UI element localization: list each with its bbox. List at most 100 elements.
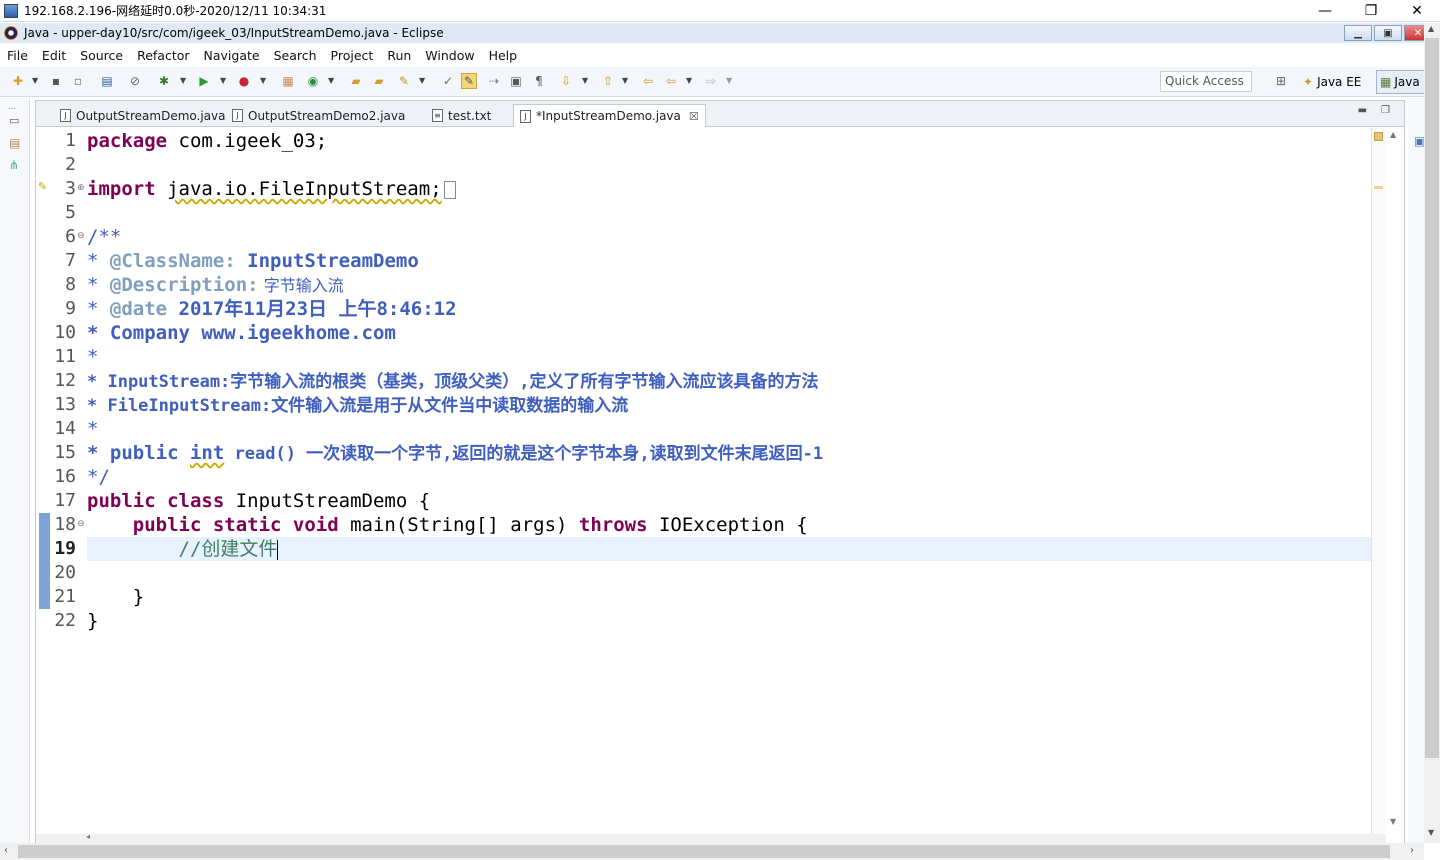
menu-search[interactable]: Search (274, 48, 317, 63)
previous-annotation-dropdown-icon[interactable]: ▼ (622, 76, 628, 85)
new-dropdown-icon[interactable]: ▼ (32, 76, 38, 85)
tab-outputstreamdemo2[interactable]: J OutputStreamDemo2.java (226, 104, 411, 127)
tab-outputstreamdemo[interactable]: J OutputStreamDemo.java (54, 104, 232, 127)
remote-scroll-up-icon[interactable]: ▲ (1428, 24, 1434, 33)
line-number: 17 (54, 490, 76, 511)
tab-test-txt[interactable]: ≡ test.txt (426, 104, 497, 127)
search-dropdown-icon[interactable]: ▼ (419, 76, 425, 85)
overview-warning-marker[interactable] (1374, 186, 1383, 189)
new-java-project-icon[interactable]: ▦ (280, 73, 296, 89)
remote-restore-button[interactable]: ❐ (1348, 0, 1394, 22)
maximize-editor-icon[interactable]: ❐ (1381, 105, 1390, 116)
new-icon[interactable]: ✚ (10, 73, 26, 89)
open-type-icon[interactable]: ▰ (348, 73, 364, 89)
remote-desktop-icon (4, 3, 18, 18)
quick-diff-change-bar (39, 513, 50, 609)
menu-window[interactable]: Window (425, 48, 474, 63)
new-class-icon[interactable]: ◉ (305, 73, 321, 89)
external-tools-icon[interactable]: ● (236, 73, 252, 89)
next-annotation-dropdown-icon[interactable]: ▼ (582, 76, 588, 85)
eclipse-minimize-button[interactable]: ▁ (1344, 25, 1372, 41)
menu-run[interactable]: Run (387, 48, 411, 63)
quick-access-input[interactable]: Quick Access (1160, 71, 1252, 92)
back-dropdown-icon[interactable]: ▼ (686, 76, 692, 85)
remote-session-title: 192.168.2.196-网络延时0.0秒-2020/12/11 10:34:… (24, 4, 327, 18)
perspective-java-ee[interactable]: ✦ Java EE (1303, 71, 1361, 93)
restore-view-icon[interactable]: ▭ (9, 114, 19, 127)
menu-file[interactable]: File (7, 48, 28, 63)
code-text: } (132, 586, 145, 608)
debug-icon[interactable]: ✱ (156, 73, 172, 89)
eclipse-maximize-button[interactable]: ▣ (1374, 25, 1402, 41)
save-icon[interactable]: ▪ (48, 73, 64, 89)
skip-breakpoints-icon[interactable]: ⊘ (127, 73, 143, 89)
type-hierarchy-icon[interactable]: ⋔ (9, 158, 19, 172)
remote-scroll-right-icon[interactable]: › (1410, 845, 1414, 856)
code-comment: //创建文件 (178, 538, 278, 560)
fold-collapse-icon[interactable]: ⊖ (77, 231, 85, 241)
line-number: 9 (65, 298, 76, 319)
code-text: InputStreamDemo { (224, 490, 431, 512)
fold-collapse-icon[interactable]: ⊖ (77, 519, 85, 529)
previous-annotation-icon[interactable]: ⇧ (600, 73, 616, 89)
remote-vertical-scroll-thumb[interactable] (1425, 38, 1439, 758)
remote-scroll-down-icon[interactable]: ▼ (1428, 828, 1434, 837)
scroll-down-icon[interactable]: ▼ (1390, 817, 1396, 826)
tab-inputstreamdemo[interactable]: J *InputStreamDemo.java ☒ (513, 104, 706, 127)
block-selection-icon[interactable]: ⇢ (486, 73, 502, 89)
line-number: 10 (54, 322, 76, 343)
line-number: 13 (54, 394, 76, 415)
scroll-left-icon[interactable]: ◂ (86, 832, 90, 841)
trim-handle-icon[interactable]: ⋯ (8, 104, 16, 113)
fold-expand-icon[interactable]: ⊕ (77, 183, 85, 193)
scroll-up-icon[interactable]: ▲ (1390, 130, 1396, 139)
menu-refactor[interactable]: Refactor (137, 48, 189, 63)
mark-occurrences-icon[interactable]: ✎ (461, 73, 477, 89)
minimize-editor-icon[interactable]: ▬ (1358, 105, 1367, 116)
open-perspective-icon[interactable]: ⊞ (1273, 73, 1289, 89)
warning-lightbulb-icon[interactable]: ✎ (38, 180, 47, 193)
remote-horizontal-scroll-thumb[interactable] (18, 845, 1390, 858)
last-edit-icon[interactable]: ⇦ (640, 73, 656, 89)
run-icon[interactable]: ▶ (196, 73, 212, 89)
tab-label: OutputStreamDemo.java (76, 108, 226, 123)
editor-tab-bar: J OutputStreamDemo.java J OutputStreamDe… (36, 101, 1404, 127)
tab-close-icon[interactable]: ☒ (689, 110, 699, 123)
overview-summary-icon[interactable] (1374, 132, 1383, 141)
forward-icon[interactable]: ⇨ (703, 73, 719, 89)
show-whitespace-icon[interactable]: ¶ (531, 73, 547, 89)
perspective-java-ee-label: Java EE (1317, 75, 1362, 89)
java-file-icon: J (520, 109, 531, 123)
back-icon[interactable]: ⇦ (663, 73, 679, 89)
line-number: 8 (65, 274, 76, 295)
menu-edit[interactable]: Edit (42, 48, 66, 63)
search-icon[interactable]: ✎ (396, 73, 412, 89)
debug-dropdown-icon[interactable]: ▼ (180, 76, 186, 85)
new-class-dropdown-icon[interactable]: ▼ (328, 76, 334, 85)
menu-project[interactable]: Project (331, 48, 374, 63)
folded-imports-box[interactable] (443, 180, 456, 199)
menu-help[interactable]: Help (489, 48, 518, 63)
open-console-icon[interactable]: ▤ (99, 73, 115, 89)
menu-navigate[interactable]: Navigate (204, 48, 260, 63)
next-annotation-icon[interactable]: ⇩ (558, 73, 574, 89)
remote-close-button[interactable]: ✕ (1394, 0, 1440, 22)
forward-dropdown-icon[interactable]: ▼ (726, 76, 732, 85)
word-wrap-icon[interactable]: ▣ (508, 73, 524, 89)
package-explorer-icon[interactable]: ▤ (9, 136, 20, 150)
editor-vertical-scrollbar[interactable]: ▲ ▼ (1386, 128, 1403, 834)
code-line-6: /** (87, 226, 122, 248)
java-file-icon: J (232, 109, 243, 122)
external-tools-dropdown-icon[interactable]: ▼ (260, 76, 266, 85)
javadoc-tag: @date (109, 298, 168, 320)
code-editor[interactable]: package com.igeek_03; import java.io.Fil… (87, 128, 1371, 834)
run-dropdown-icon[interactable]: ▼ (220, 76, 226, 85)
javadoc-star: * (87, 250, 110, 272)
open-task-icon[interactable]: ▰ (371, 73, 387, 89)
remote-minimize-button[interactable]: — (1302, 0, 1348, 22)
javadoc-text: read() 一次读取一个字节,返回的就是这个字节本身,读取到文件末尾返回-1 (224, 444, 824, 464)
save-all-icon[interactable]: ▫ (70, 73, 86, 89)
annotation-icon[interactable]: ✓ (440, 73, 456, 89)
menu-source[interactable]: Source (80, 48, 123, 63)
remote-scroll-left-icon[interactable]: ‹ (4, 845, 8, 856)
